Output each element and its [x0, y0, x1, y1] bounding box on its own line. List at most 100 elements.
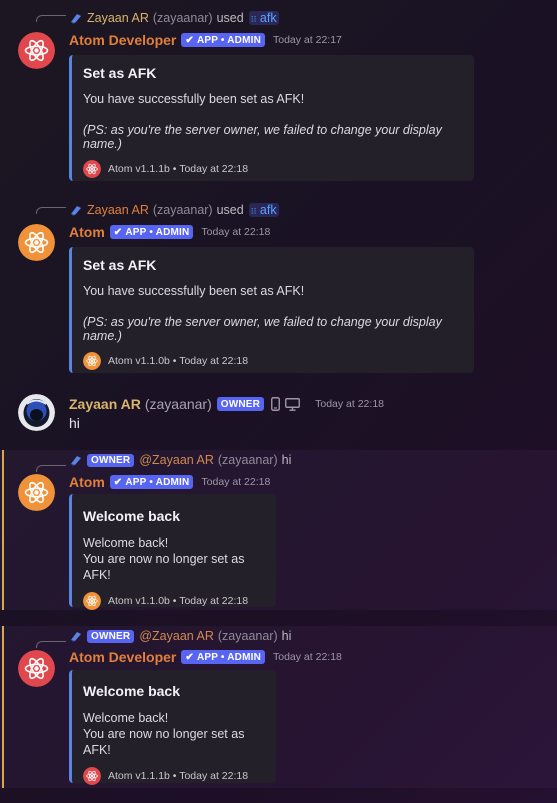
- slash-command-icon: ⁝⁝: [250, 14, 257, 24]
- owner-badge: OWNER: [87, 629, 135, 643]
- zayaan-mini-avatar-icon: [71, 14, 81, 24]
- owner-badge: OWNER: [87, 453, 135, 467]
- check-icon: ✔: [185, 651, 194, 663]
- zayaan-mini-avatar-icon: [71, 632, 81, 642]
- reply-text: hi: [281, 453, 292, 467]
- message-1: Zayaan AR (zayaanar) used ⁝⁝ afk Atom De…: [0, 0, 557, 190]
- message-2: Zayaan AR (zayaanar) used ⁝⁝ afk Atom ✔ A…: [0, 192, 557, 382]
- embed-footer: Atom v1.1.1b • Today at 22:18: [83, 767, 262, 785]
- mobile-icon: [271, 397, 281, 411]
- reply-preview[interactable]: Zayaan AR (zayaanar) used ⁝⁝ afk: [69, 202, 279, 218]
- embed-line-1: Welcome back!: [83, 536, 169, 550]
- zayaan-mini-avatar-icon: [71, 206, 81, 216]
- badge-label: APP • ADMIN: [125, 476, 190, 488]
- embed-title: Set as AFK: [83, 65, 157, 81]
- check-icon: ✔: [113, 226, 123, 238]
- reply-text: hi: [281, 629, 292, 643]
- device-indicators: [271, 397, 301, 411]
- timestamp[interactable]: Today at 22:18: [201, 226, 270, 238]
- reply-spine: [36, 15, 66, 22]
- reply-author[interactable]: Zayaan AR: [87, 203, 149, 217]
- message-5: OWNER @Zayaan AR (zayaanar) hi Atom Deve…: [0, 626, 557, 788]
- author-name[interactable]: Atom: [69, 224, 105, 240]
- reply-mention[interactable]: @Zayaan AR: [139, 453, 214, 467]
- reply-used-label: used: [216, 11, 244, 25]
- message-header: Atom Developer ✔ APP • ADMIN Today at 22:…: [69, 648, 342, 666]
- reply-used-label: used: [216, 203, 244, 217]
- author-name[interactable]: Atom: [69, 474, 105, 490]
- slash-command-link[interactable]: ⁝⁝ afk: [248, 203, 279, 217]
- footer-text: Atom v1.1.0b • Today at 22:18: [108, 355, 249, 367]
- atom-avatar[interactable]: [18, 474, 55, 511]
- reply-preview[interactable]: OWNER @Zayaan AR (zayaanar) hi: [69, 452, 291, 468]
- embed-title: Welcome back: [83, 508, 181, 524]
- atom-developer-avatar[interactable]: [18, 32, 55, 69]
- author-handle: (zayaanar): [144, 396, 212, 412]
- check-icon: ✔: [185, 34, 194, 46]
- reply-handle: (zayaanar): [217, 629, 278, 643]
- author-name[interactable]: Atom Developer: [69, 32, 176, 48]
- message-header: Atom ✔ APP • ADMIN Today at 22:18: [69, 223, 270, 241]
- reply-handle: (zayaanar): [152, 11, 213, 25]
- zayaan-mini-avatar-icon: [71, 456, 81, 466]
- app-admin-badge: ✔ APP • ADMIN: [109, 475, 194, 489]
- reply-handle: (zayaanar): [217, 453, 278, 467]
- embed-footer: Atom v1.1.1b • Today at 22:18: [83, 160, 460, 178]
- timestamp[interactable]: Today at 22:17: [273, 34, 342, 46]
- embed-welcome-back: Welcome back Welcome back! You are now n…: [69, 494, 276, 610]
- reply-preview[interactable]: Zayaan AR (zayaanar) used ⁝⁝ afk: [69, 10, 279, 26]
- app-admin-badge: ✔ APP • ADMIN: [181, 33, 265, 47]
- zayaan-avatar[interactable]: [18, 394, 55, 431]
- atom-footer-icon: [83, 352, 101, 370]
- embed-note: (PS: as you're the server owner, we fail…: [83, 123, 442, 151]
- reply-handle: (zayaanar): [152, 203, 213, 217]
- check-icon: ✔: [113, 476, 123, 488]
- embed-footer: Atom v1.1.0b • Today at 22:18: [83, 592, 262, 610]
- embed-welcome-back: Welcome back Welcome back! You are now n…: [69, 670, 276, 785]
- atom-footer-icon: [83, 767, 101, 785]
- embed-footer: Atom v1.1.0b • Today at 22:18: [83, 352, 460, 370]
- embed-note: (PS: as you're the server owner, we fail…: [83, 315, 442, 343]
- atom-developer-avatar[interactable]: [18, 650, 55, 687]
- reply-author[interactable]: Zayaan AR: [87, 11, 149, 25]
- timestamp[interactable]: Today at 22:18: [201, 476, 270, 488]
- embed-set-afk: Set as AFK You have successfully been se…: [69, 247, 474, 373]
- embed-title: Set as AFK: [83, 257, 157, 273]
- command-name: afk: [259, 203, 277, 217]
- reply-spine: [36, 641, 66, 648]
- reply-preview[interactable]: OWNER @Zayaan AR (zayaanar) hi: [69, 628, 291, 644]
- message-3: Zayaan AR (zayaanar) OWNER Today at 22:18…: [0, 388, 557, 444]
- badge-label: APP • ADMIN: [125, 226, 190, 238]
- reply-spine: [36, 465, 66, 472]
- message-header: Zayaan AR (zayaanar) OWNER Today at 22:18: [69, 395, 384, 413]
- mention-highlight-bar: [2, 626, 4, 788]
- command-name: afk: [259, 11, 277, 25]
- embed-title: Welcome back: [83, 683, 181, 699]
- slash-command-link[interactable]: ⁝⁝ afk: [248, 11, 279, 25]
- badge-label: APP • ADMIN: [196, 651, 261, 663]
- atom-footer-icon: [83, 160, 101, 178]
- embed-description: You have successfully been set as AFK!: [83, 92, 305, 106]
- footer-text: Atom v1.1.1b • Today at 22:18: [108, 163, 249, 175]
- author-name[interactable]: Atom Developer: [69, 649, 176, 665]
- author-name[interactable]: Zayaan AR (zayaanar): [69, 396, 212, 412]
- message-header: Atom ✔ APP • ADMIN Today at 22:18: [69, 473, 270, 491]
- embed-line-2: You are now no longer set as AFK!: [83, 552, 245, 582]
- message-content: hi: [69, 415, 80, 431]
- embed-description: You have successfully been set as AFK!: [83, 284, 305, 298]
- atom-avatar[interactable]: [18, 224, 55, 261]
- footer-text: Atom v1.1.1b • Today at 22:18: [108, 770, 249, 782]
- embed-set-afk: Set as AFK You have successfully been se…: [69, 55, 474, 181]
- atom-footer-icon: [83, 592, 101, 610]
- badge-label: APP • ADMIN: [196, 34, 261, 46]
- app-admin-badge: ✔ APP • ADMIN: [109, 225, 194, 239]
- timestamp[interactable]: Today at 22:18: [273, 651, 342, 663]
- desktop-icon: [285, 397, 301, 411]
- mention-highlight-bar: [2, 450, 4, 610]
- embed-line-1: Welcome back!: [83, 711, 169, 725]
- timestamp[interactable]: Today at 22:18: [315, 398, 384, 410]
- reply-spine: [36, 207, 66, 214]
- footer-text: Atom v1.1.0b • Today at 22:18: [108, 595, 249, 607]
- reply-mention[interactable]: @Zayaan AR: [139, 629, 214, 643]
- slash-command-icon: ⁝⁝: [250, 206, 257, 216]
